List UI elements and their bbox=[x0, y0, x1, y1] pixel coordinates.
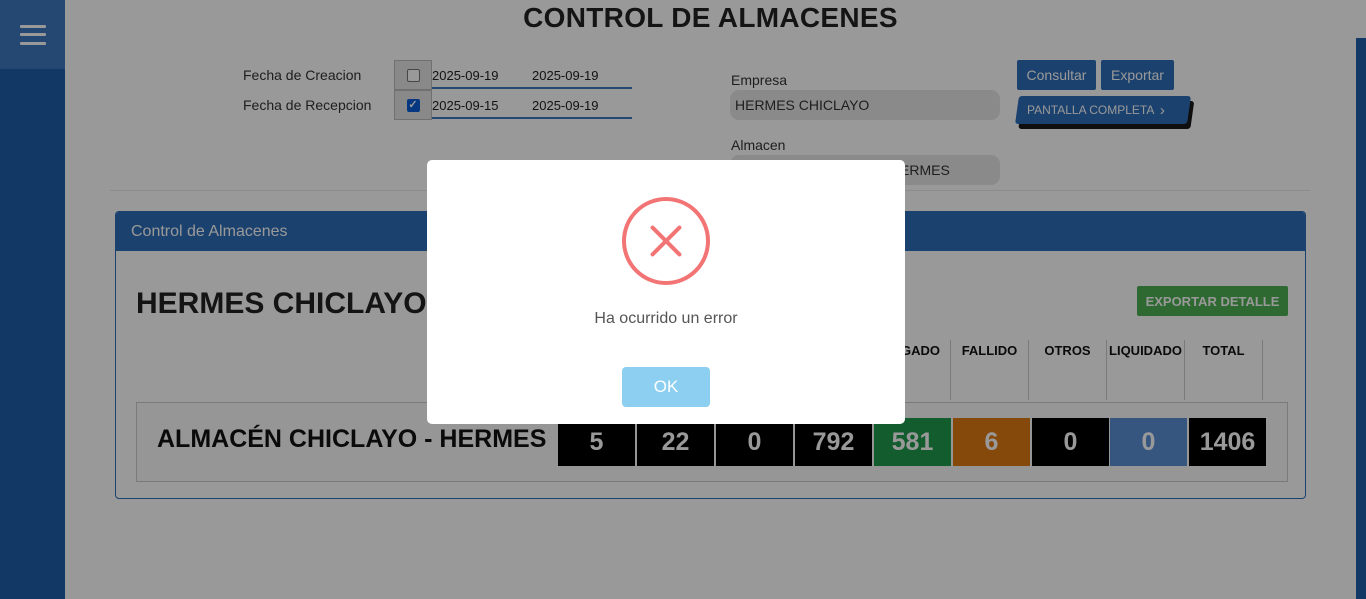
ok-button[interactable]: OK bbox=[622, 367, 710, 407]
error-x-icon bbox=[622, 197, 710, 285]
error-message: Ha ocurrido un error bbox=[594, 310, 738, 327]
error-dialog: Ha ocurrido un error OK bbox=[427, 160, 905, 424]
